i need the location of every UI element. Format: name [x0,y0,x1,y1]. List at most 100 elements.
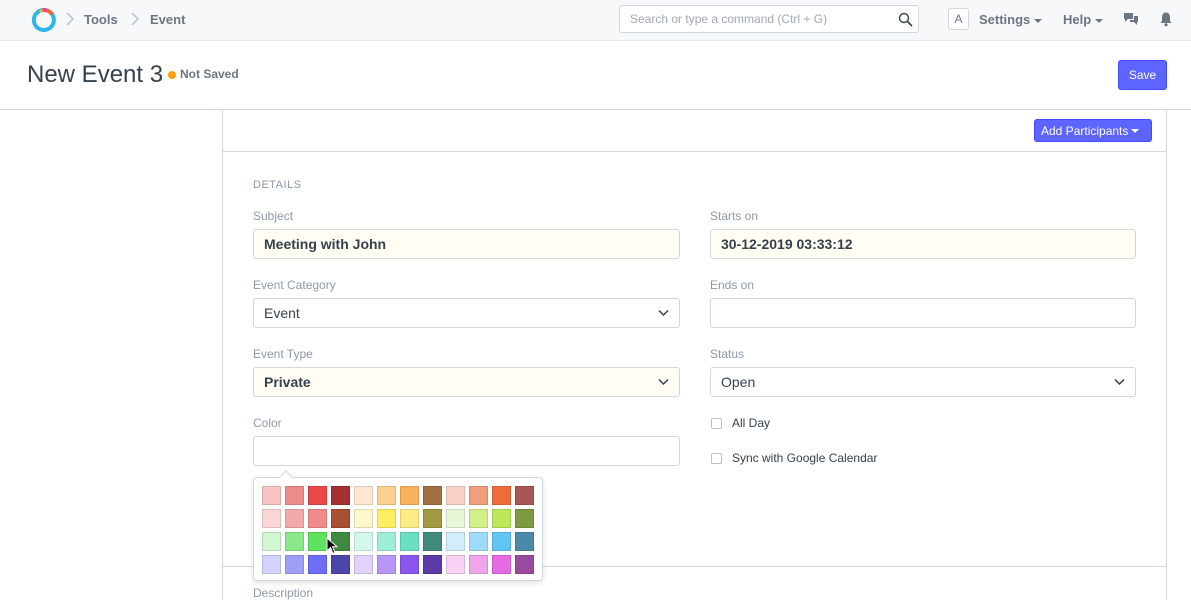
color-swatch[interactable] [423,486,442,505]
color-swatch[interactable] [515,509,534,528]
popover-arrow-icon [279,470,293,478]
color-swatch[interactable] [446,486,465,505]
color-input[interactable] [253,436,680,466]
color-swatch[interactable] [285,532,304,551]
color-swatch[interactable] [331,486,350,505]
color-swatch[interactable] [400,532,419,551]
color-swatch[interactable] [469,532,488,551]
mouse-pointer-icon [326,537,338,555]
color-swatch[interactable] [492,532,511,551]
color-swatch-grid [262,486,534,574]
event-type-label: Event Type [253,347,313,361]
sync-google-calendar-label: Sync with Google Calendar [732,451,878,465]
color-swatch[interactable] [446,509,465,528]
search-icon[interactable] [898,12,913,27]
ends-on-label: Ends on [710,278,755,292]
color-swatch[interactable] [308,486,327,505]
add-participants-label: Add Participants [1041,123,1129,138]
chevron-down-icon [1114,378,1125,386]
color-swatch[interactable] [400,555,419,574]
chat-icon[interactable] [1123,11,1139,27]
ends-on-input[interactable] [710,298,1136,328]
color-swatch[interactable] [492,509,511,528]
chevron-down-icon [658,378,669,386]
color-swatch[interactable] [308,555,327,574]
avatar[interactable]: A [948,8,969,30]
notification-bell-icon[interactable] [1158,11,1174,27]
settings-label: Settings [979,12,1031,27]
color-label: Color [253,416,282,430]
color-swatch[interactable] [446,555,465,574]
color-swatch[interactable] [515,555,534,574]
page-head: New Event 3 Not Saved Save [0,41,1191,110]
starts-on-input[interactable]: 30-12-2019 03:33:12 [710,229,1136,259]
help-label: Help [1063,12,1092,27]
color-swatch[interactable] [285,555,304,574]
all-day-checkbox[interactable] [711,418,722,429]
color-swatch[interactable] [400,486,419,505]
color-swatch[interactable] [262,509,281,528]
section-title: DETAILS [253,179,302,191]
color-swatch[interactable] [377,486,396,505]
search-input[interactable] [620,6,880,32]
color-swatch[interactable] [377,555,396,574]
event-category-select[interactable]: Event [253,298,680,328]
color-swatch[interactable] [308,509,327,528]
color-swatch[interactable] [492,555,511,574]
subject-input[interactable]: Meeting with John [253,229,680,259]
color-swatch[interactable] [469,555,488,574]
event-type-select[interactable]: Private [253,367,680,397]
color-swatch[interactable] [377,509,396,528]
save-button[interactable]: Save [1118,60,1167,90]
subject-label: Subject [253,209,294,223]
sync-google-calendar-checkbox[interactable] [711,453,722,464]
settings-menu[interactable]: Settings [979,12,1043,27]
status-badge: Not Saved [180,67,239,81]
color-swatch[interactable] [492,486,511,505]
status-select[interactable]: Open [710,367,1136,397]
caret-down-icon [1095,18,1104,23]
color-swatch[interactable] [515,486,534,505]
color-swatch[interactable] [331,509,350,528]
color-swatch[interactable] [262,486,281,505]
chevron-right-icon [131,12,140,26]
color-swatch[interactable] [423,509,442,528]
help-menu[interactable]: Help [1063,12,1104,27]
caret-down-icon [1034,18,1043,23]
navbar: Tools Event A Settings Help [0,0,1191,41]
color-swatch[interactable] [285,509,304,528]
status-value: Open [721,374,756,390]
color-swatch[interactable] [354,532,373,551]
chevron-right-icon [66,12,75,26]
color-swatch[interactable] [423,532,442,551]
page-title: New Event 3 [27,61,164,88]
color-swatch[interactable] [423,555,442,574]
color-swatch[interactable] [308,532,327,551]
color-swatch[interactable] [469,486,488,505]
color-swatch[interactable] [469,509,488,528]
status-indicator-dot [168,71,176,79]
color-picker-popover [253,477,543,581]
search-box [619,5,919,33]
color-swatch[interactable] [446,532,465,551]
event-category-value: Event [264,305,300,321]
caret-down-icon [1131,129,1140,134]
color-swatch[interactable] [515,532,534,551]
color-swatch[interactable] [285,486,304,505]
color-swatch[interactable] [354,486,373,505]
app-logo-icon[interactable] [32,7,56,33]
color-swatch[interactable] [377,532,396,551]
chevron-down-icon [658,309,669,317]
all-day-label: All Day [732,416,771,430]
color-swatch[interactable] [400,509,419,528]
form-toolbar: Add Participants [223,110,1166,152]
color-swatch[interactable] [262,532,281,551]
color-swatch[interactable] [262,555,281,574]
color-swatch[interactable] [354,555,373,574]
color-swatch[interactable] [354,509,373,528]
breadcrumb-tools[interactable]: Tools [84,12,118,27]
color-swatch[interactable] [331,555,350,574]
breadcrumb-event[interactable]: Event [150,12,185,27]
status-label: Status [710,347,745,361]
add-participants-button[interactable]: Add Participants [1034,119,1152,142]
